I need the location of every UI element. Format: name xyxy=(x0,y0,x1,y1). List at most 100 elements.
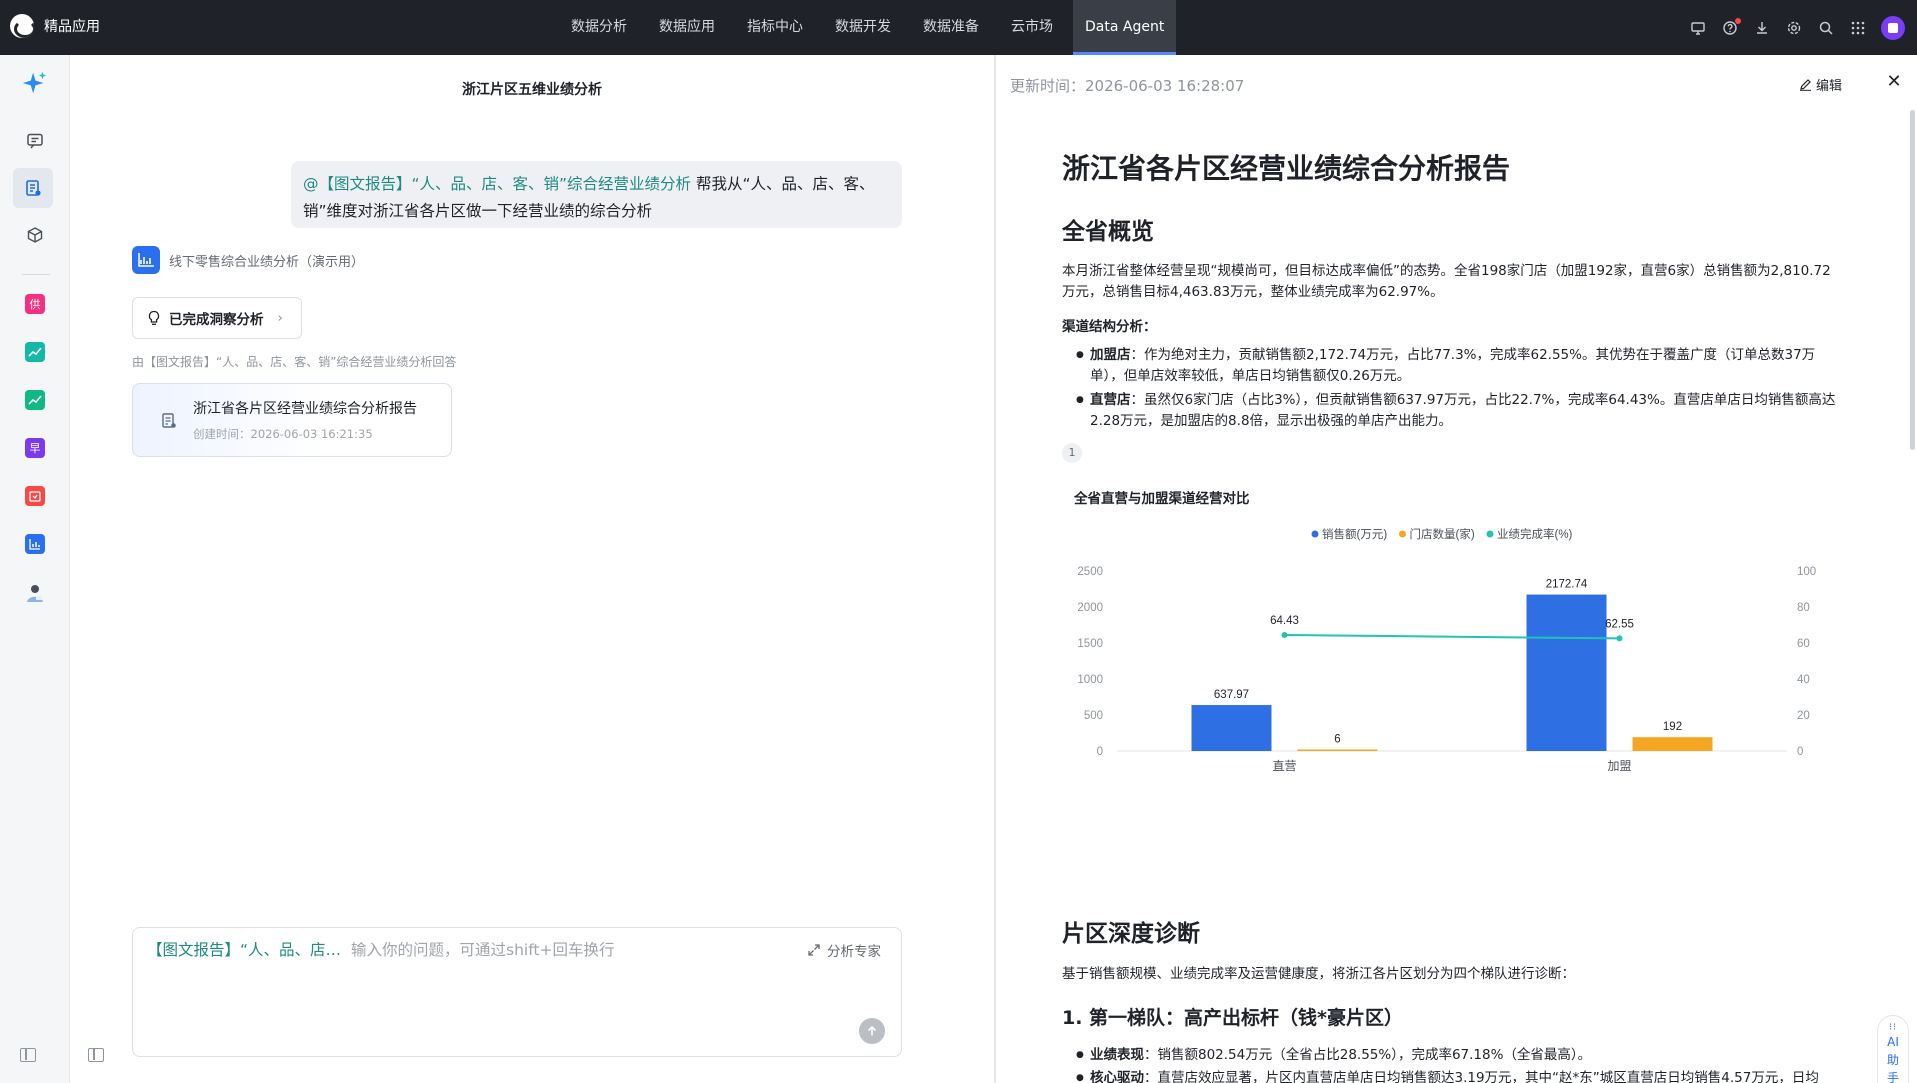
y-right-tick: 40 xyxy=(1797,674,1810,686)
x-tick-label: 加盟 xyxy=(1607,759,1631,773)
edit-button[interactable]: 编辑 xyxy=(1799,75,1842,94)
download-icon[interactable] xyxy=(1751,17,1773,39)
agent-row: 线下零售综合业绩分析（演示用） xyxy=(132,246,364,274)
top-icons xyxy=(1677,16,1905,40)
bullet-text: ：虽然仅6家门店（占比3%），但贡献销售额637.97万元，占比22.7%，完成… xyxy=(1090,392,1836,429)
agent-chart-icon xyxy=(132,246,160,274)
legend-label: 业绩完成率(%) xyxy=(1497,527,1573,541)
bar-chart-icon xyxy=(25,534,45,554)
app-tile-morning[interactable]: 早 xyxy=(21,434,49,462)
main-nav: 数据分析 数据应用 指标中心 数据开发 数据准备 云市场 Data Agent xyxy=(555,0,1180,55)
analysis-expert-label: 分析专家 xyxy=(827,944,881,960)
report-update-time: 更新时间：2026-06-03 16:28:07 xyxy=(1010,77,1245,95)
expand-icon xyxy=(808,944,820,956)
ai-assistant-label: AI助手 xyxy=(1886,1035,1899,1083)
user-avatar[interactable] xyxy=(1881,16,1905,40)
nav-item-data-apps[interactable]: 数据应用 xyxy=(647,0,727,55)
legend-label: 销售额(万元) xyxy=(1322,527,1387,541)
nav-item-metric-center[interactable]: 指标中心 xyxy=(735,0,815,55)
cube-icon[interactable] xyxy=(21,221,49,249)
report-card[interactable]: 浙江省各片区经营业绩综合分析报告 创建时间：2026-06-03 16:21:3… xyxy=(132,383,452,457)
edit-label: 编辑 xyxy=(1815,79,1842,94)
y-left-tick: 0 xyxy=(1097,746,1103,758)
apps-grid-icon[interactable] xyxy=(1847,17,1869,39)
close-icon[interactable]: ✕ xyxy=(1885,73,1903,91)
person-avatar-icon xyxy=(27,585,43,602)
left-rail: 供 早 xyxy=(0,55,70,1083)
sparkle-logo-icon[interactable] xyxy=(21,69,49,97)
app-tile-chart-green[interactable] xyxy=(21,386,49,414)
top-navigation-bar: 精品应用 数据分析 数据应用 指标中心 数据开发 数据准备 云市场 Data A… xyxy=(0,0,1917,55)
app-tile-glyph: 早 xyxy=(25,438,45,458)
app-tile-bar-chart[interactable] xyxy=(21,530,49,558)
report-panel: 更新时间：2026-06-03 16:28:07 编辑 ✕ 浙江省各片区经营业绩… xyxy=(996,55,1917,1083)
bullet-term: 直营店 xyxy=(1090,392,1131,408)
nav-item-data-agent[interactable]: Data Agent xyxy=(1073,0,1177,55)
arrow-up-icon xyxy=(867,1025,877,1036)
chat-title: 浙江片区五维业绩分析 xyxy=(462,82,602,98)
report-mention-link[interactable]: @【图文报告】“人、品、店、客、销”综合经营业绩分析 xyxy=(303,175,691,193)
report-card-title: 浙江省各片区经营业绩综合分析报告 xyxy=(193,401,417,417)
app-tile-person-avatar[interactable] xyxy=(21,579,49,607)
app-tile-supply[interactable]: 供 xyxy=(21,290,49,318)
legend-marker xyxy=(1486,530,1494,538)
send-button[interactable] xyxy=(859,1018,885,1044)
bullet-franchise: 加盟店：作为绝对主力，贡献销售额2,172.74万元，占比77.3%，完成率62… xyxy=(1076,345,1842,387)
composer-placeholder: 输入你的问题，可通过shift+回车换行 xyxy=(351,941,615,959)
bullet-text: ：直营店效应显著，片区内直营店单店日均销售额达3.19万元，其中“赵*东”城区直… xyxy=(1144,1070,1819,1083)
report-nav-icon[interactable] xyxy=(13,168,53,208)
composer-report-tag[interactable]: 【图文报告】“人、品、店… xyxy=(147,941,341,959)
monitor-icon[interactable] xyxy=(1687,17,1709,39)
bar-data-label: 192 xyxy=(1663,721,1682,733)
analysis-expert-button[interactable]: 分析专家 xyxy=(807,940,881,960)
edit-pencil-icon xyxy=(1799,79,1811,91)
ai-assistant-button[interactable]: ⁝⁝ AI助手 xyxy=(1877,1015,1909,1083)
app-tile-chart-teal[interactable] xyxy=(21,338,49,366)
chat-icon[interactable] xyxy=(21,127,49,155)
y-left-tick: 1000 xyxy=(1077,674,1103,686)
chart-svg: 销售额(万元) 门店数量(家) 业绩完成率(%)050010001500200025… xyxy=(1077,527,1816,773)
rail-separator xyxy=(22,274,50,275)
search-icon[interactable] xyxy=(1815,17,1837,39)
source-note: 由【图文报告】“人、品、店、客、销”综合经营业绩分析回答 xyxy=(132,355,457,369)
line-data-label: 64.43 xyxy=(1270,615,1299,627)
settings-gear-icon[interactable] xyxy=(1783,17,1805,39)
reference-badge[interactable]: 1 xyxy=(1062,443,1082,463)
bar-sales xyxy=(1526,594,1607,751)
bar-data-label: 6 xyxy=(1334,734,1340,746)
y-right-tick: 20 xyxy=(1797,710,1810,722)
composer-input[interactable]: 【图文报告】“人、品、店… 输入你的问题，可通过shift+回车换行 xyxy=(147,938,615,960)
line-data-label: 62.55 xyxy=(1605,618,1634,630)
collapse-sidebar-icon[interactable] xyxy=(20,1048,36,1062)
bar-data-label: 2172.74 xyxy=(1546,579,1588,591)
bullet-term: 加盟店 xyxy=(1090,347,1131,363)
collapse-panel-icon[interactable] xyxy=(88,1048,104,1062)
y-right-tick: 60 xyxy=(1797,638,1810,650)
brand[interactable]: 精品应用 xyxy=(10,14,100,38)
report-scrollbar[interactable] xyxy=(1910,110,1915,450)
nav-item-data-prep[interactable]: 数据准备 xyxy=(911,0,991,55)
legend-label: 门店数量(家) xyxy=(1410,527,1475,541)
y-right-tick: 80 xyxy=(1797,602,1810,614)
calendar-icon xyxy=(25,486,45,506)
brand-logo-icon xyxy=(10,14,34,38)
y-left-tick: 500 xyxy=(1084,710,1103,722)
y-left-tick: 2000 xyxy=(1077,602,1103,614)
line-point xyxy=(1281,632,1288,639)
y-right-tick: 0 xyxy=(1797,746,1803,758)
bullet-term: 业绩表现 xyxy=(1090,1047,1144,1063)
section-heading-diagnosis: 片区深度诊断 xyxy=(1062,921,1200,947)
nav-item-cloud-market[interactable]: 云市场 xyxy=(999,0,1065,55)
chevron-right-icon: › xyxy=(277,310,283,326)
user-message-bubble: @【图文报告】“人、品、店、客、销”综合经营业绩分析 帮我从“人、品、店、客、销… xyxy=(291,161,902,228)
nav-item-data-analysis[interactable]: 数据分析 xyxy=(559,0,639,55)
message-composer[interactable]: 【图文报告】“人、品、店… 输入你的问题，可通过shift+回车换行 分析专家 xyxy=(132,927,902,1057)
app-tile-calendar[interactable] xyxy=(21,482,49,510)
legend-marker xyxy=(1311,530,1319,538)
help-icon[interactable] xyxy=(1719,17,1741,39)
app-tile-glyph: 供 xyxy=(25,294,45,314)
notification-dot xyxy=(1735,18,1741,24)
bullet-term: 核心驱动 xyxy=(1090,1070,1144,1083)
nav-item-data-dev[interactable]: 数据开发 xyxy=(823,0,903,55)
insight-analysis-button[interactable]: 已完成洞察分析 › xyxy=(132,297,302,339)
